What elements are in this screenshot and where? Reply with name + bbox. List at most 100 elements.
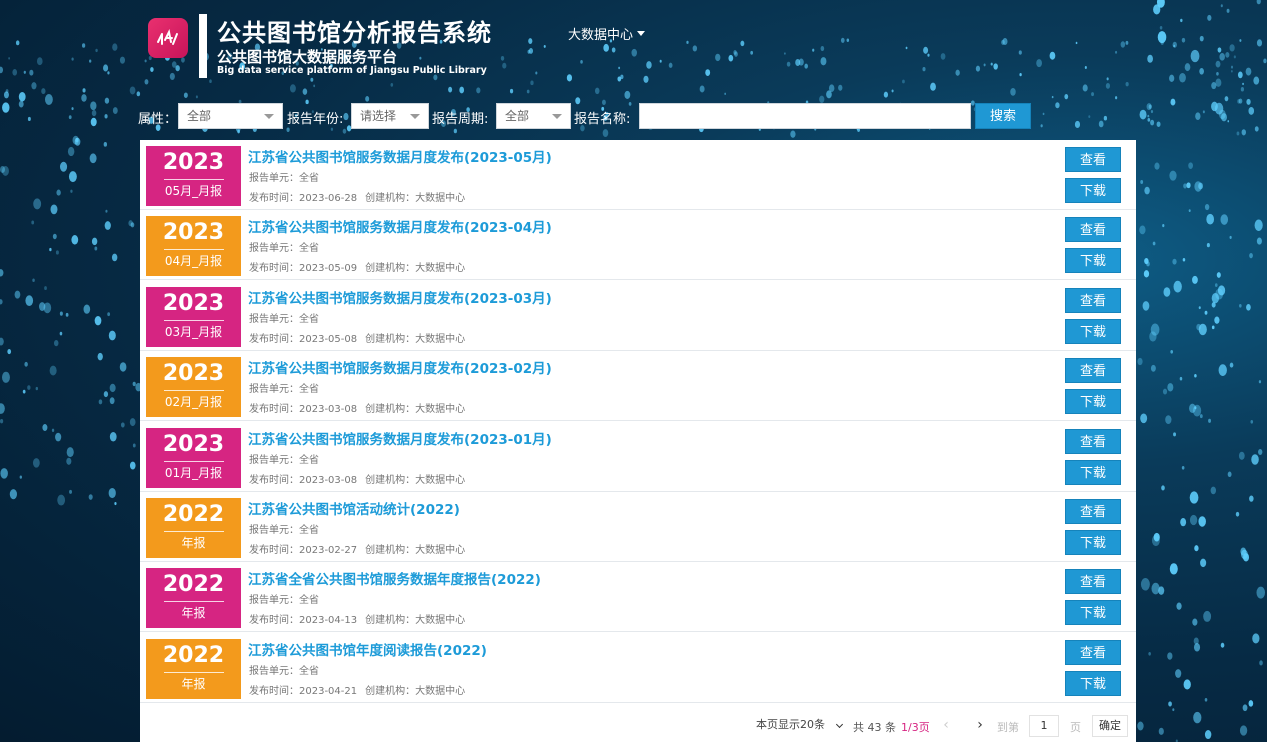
report-item: 2023 05月_月报 江苏省公共图书馆服务数据月度发布(2023-05月) 报告单元… — [140, 140, 1136, 210]
next-page-icon[interactable]: › — [973, 718, 987, 732]
center-dropdown[interactable]: 大数据中心 — [568, 24, 646, 43]
page-size-value: 本页显示20条 — [756, 718, 825, 731]
report-meta: 发布时间：2023-05-09 创建机构：大数据中心 — [249, 259, 465, 274]
report-badge: 2022 年报 — [146, 568, 241, 629]
report-meta: 发布时间：2023-03-08 创建机构：大数据中心 — [249, 400, 465, 415]
report-meta: 发布时间：2023-04-21 创建机构：大数据中心 — [249, 682, 465, 697]
badge-divider — [163, 319, 224, 321]
download-button[interactable]: 下载 — [1065, 248, 1121, 274]
report-org: 创建机构：大数据中心 — [365, 545, 466, 556]
report-title-link[interactable]: 江苏省全省公共图书馆服务数据年度报告(2022) — [248, 568, 541, 588]
download-button[interactable]: 下载 — [1065, 178, 1121, 203]
report-meta: 发布时间：2023-06-28 创建机构：大数据中心 — [249, 189, 465, 204]
app-logo — [148, 18, 188, 58]
report-date: 发布时间：2023-06-28 — [249, 193, 358, 204]
report-item: 2023 01月_月报 江苏省公共图书馆服务数据月度发布(2023-01月) 报告单元… — [140, 422, 1136, 492]
report-title-link[interactable]: 江苏省公共图书馆服务数据月度发布(2023-03月) — [248, 287, 552, 307]
report-period: 05月_月报 — [164, 184, 223, 198]
page-subtitle-en: Big data service platform of Jiangsu Pub… — [217, 65, 487, 76]
attr-select[interactable]: 全部 — [178, 103, 283, 129]
caret-down-icon — [637, 31, 646, 36]
report-item: 2022 年报 江苏省公共图书馆年度阅读报告(2022) 报告单元：全省 发布时间：20… — [140, 633, 1136, 703]
report-item: 2023 02月_月报 江苏省公共图书馆服务数据月度发布(2023-02月) 报告单元… — [140, 351, 1136, 422]
header: 公共图书馆分析报告系统 公共图书馆大数据服务平台 Big data servic… — [0, 0, 1267, 92]
report-meta: 发布时间：2023-02-27 创建机构：大数据中心 — [249, 541, 465, 556]
report-title-link[interactable]: 江苏省公共图书馆服务数据月度发布(2023-01月) — [248, 428, 552, 448]
report-date: 发布时间：2023-04-13 — [249, 615, 358, 627]
report-org: 创建机构：大数据中心 — [365, 333, 466, 345]
report-year: 2023 — [162, 150, 225, 175]
download-button[interactable]: 下载 — [1065, 389, 1121, 415]
chevron-down-icon — [835, 720, 844, 729]
badge-divider — [163, 249, 224, 251]
report-org: 创建机构：大数据中心 — [365, 615, 466, 627]
report-name-input[interactable] — [639, 103, 971, 129]
report-year: 2022 — [162, 502, 225, 527]
report-title-link[interactable]: 江苏省公共图书馆服务数据月度发布(2023-04月) — [248, 216, 552, 236]
page-size-select[interactable]: 本页显示20条 — [752, 715, 846, 737]
view-button[interactable]: 查看 — [1065, 639, 1121, 665]
view-button[interactable]: 查看 — [1065, 287, 1121, 313]
report-title-link[interactable]: 江苏省公共图书馆年度阅读报告(2022) — [248, 639, 487, 659]
report-title-link[interactable]: 江苏省公共图书馆服务数据月度发布(2023-02月) — [248, 357, 552, 377]
caret-down-icon — [552, 114, 562, 119]
download-button[interactable]: 下载 — [1065, 318, 1121, 344]
report-title-link[interactable]: 江苏省公共图书馆活动统计(2022) — [248, 498, 460, 518]
download-button[interactable]: 下载 — [1065, 600, 1121, 626]
report-date: 发布时间：2023-05-09 — [249, 263, 358, 275]
report-period: 年报 — [181, 606, 206, 621]
report-badge: 2023 04月_月报 — [146, 216, 241, 277]
report-date: 发布时间：2023-03-08 — [249, 404, 358, 416]
report-unit: 报告单元：全省 — [249, 384, 319, 396]
badge-divider — [163, 671, 224, 673]
report-org: 创建机构：大数据中心 — [365, 474, 466, 486]
report-date: 发布时间：2023-04-21 — [249, 685, 358, 697]
caret-down-icon — [264, 114, 274, 119]
prev-page-icon[interactable]: ‹ — [939, 718, 953, 732]
view-button[interactable]: 查看 — [1065, 569, 1121, 595]
name-label: 报告名称: — [574, 112, 631, 127]
view-button[interactable]: 查看 — [1065, 428, 1121, 454]
cycle-select[interactable]: 全部 — [496, 103, 571, 129]
report-title-link[interactable]: 江苏省公共图书馆服务数据月度发布(2023-05月) — [248, 146, 552, 166]
report-date: 发布时间：2023-02-27 — [249, 545, 358, 556]
year-label: 报告年份: — [287, 112, 344, 127]
page-title: 公共图书馆分析报告系统 — [217, 19, 492, 47]
report-period: 年报 — [181, 676, 206, 691]
report-year: 2023 — [162, 431, 225, 457]
view-button[interactable]: 查看 — [1065, 499, 1121, 524]
goto-confirm-button[interactable]: 确定 — [1092, 715, 1128, 737]
search-button[interactable]: 搜索 — [975, 103, 1031, 129]
report-org: 创建机构：大数据中心 — [365, 685, 466, 697]
report-item: 2022 年报 江苏省公共图书馆活动统计(2022) 报告单元：全省 发布时间：2023… — [140, 492, 1136, 562]
page-subtitle: 公共图书馆大数据服务平台 — [217, 48, 398, 66]
report-period: 01月_月报 — [164, 465, 223, 480]
report-year: 2023 — [162, 290, 225, 316]
report-badge: 2022 年报 — [146, 498, 241, 558]
report-item: 2022 年报 江苏省全省公共图书馆服务数据年度报告(2022) 报告单元：全省 发布时… — [140, 562, 1136, 633]
report-badge: 2023 01月_月报 — [146, 427, 241, 488]
attr-label: 属性： — [138, 112, 178, 127]
download-button[interactable]: 下载 — [1065, 530, 1121, 555]
current-page: 1/3页 — [901, 721, 930, 734]
goto-page-input[interactable]: 1 — [1029, 715, 1059, 737]
download-button[interactable]: 下载 — [1065, 670, 1121, 696]
view-button[interactable]: 查看 — [1065, 358, 1121, 384]
report-unit: 报告单元：全省 — [249, 454, 319, 466]
view-button[interactable]: 查看 — [1065, 147, 1121, 172]
cycle-label: 报告周期: — [432, 112, 489, 127]
goto-label: 到第 — [997, 721, 1019, 734]
report-year: 2023 — [162, 361, 225, 387]
view-button[interactable]: 查看 — [1065, 217, 1121, 243]
badge-divider — [163, 601, 224, 603]
report-period: 03月_月报 — [164, 324, 223, 339]
filter-bar: 属性： 全部 报告年份: 请选择 报告周期: 全部 报告名称: 搜索 — [0, 100, 1267, 132]
report-year: 2023 — [162, 220, 225, 246]
center-dropdown-label: 大数据中心 — [568, 28, 634, 43]
download-button[interactable]: 下载 — [1065, 459, 1121, 485]
badge-divider — [163, 390, 224, 392]
report-period: 年报 — [181, 536, 206, 550]
year-select-value: 请选择 — [360, 109, 397, 123]
logo-divider — [199, 14, 207, 78]
year-select[interactable]: 请选择 — [351, 103, 429, 129]
